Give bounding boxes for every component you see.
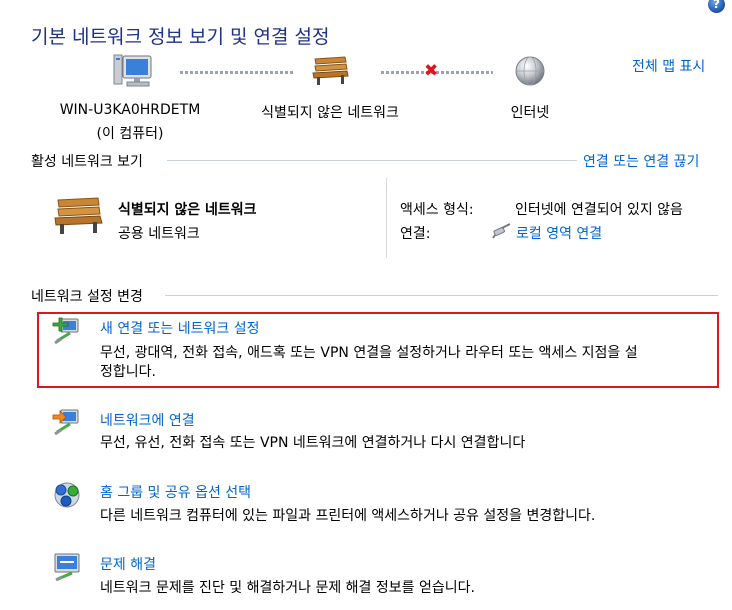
help-icon[interactable]: ?	[708, 0, 725, 13]
homegroup-sharing-desc: 다른 네트워크 컴퓨터에 있는 파일과 프린터에 액세스하거나 공유 설정을 변…	[100, 508, 596, 524]
broken-link-icon: ✖	[424, 61, 439, 81]
map-line-1	[180, 71, 293, 74]
bench-icon	[52, 196, 104, 236]
active-header-divider	[167, 160, 577, 161]
full-map-link[interactable]: 전체 맵 표시	[632, 56, 705, 76]
active-network-type: 공용 네트워크	[118, 226, 200, 242]
troubleshoot-link[interactable]: 문제 해결	[100, 554, 156, 574]
computer-name: WIN-U3KA0HRDETM	[59, 102, 201, 118]
access-type-value: 인터넷에 연결되어 있지 않음	[515, 202, 683, 218]
map-internet-name: 인터넷	[510, 105, 550, 121]
computer-sub: (이 컴퓨터)	[96, 126, 164, 142]
lan-cable-icon	[492, 223, 512, 239]
vertical-divider	[386, 178, 387, 258]
active-network-name: 식별되지 않은 네트워크	[118, 202, 257, 218]
setup-connection-desc-line2: 정합니다.	[100, 364, 156, 380]
connect-network-icon	[52, 406, 80, 436]
settings-header-divider	[165, 295, 718, 296]
homegroup-icon	[52, 480, 82, 510]
globe-icon[interactable]	[514, 55, 546, 87]
access-type-label: 액세스 형식:	[400, 202, 474, 218]
map-network-name: 식별되지 않은 네트워크	[261, 105, 399, 121]
troubleshoot-desc: 네트워크 문제를 진단 및 해결하거나 문제 해결 정보를 얻습니다.	[100, 580, 475, 596]
troubleshoot-icon	[52, 551, 82, 582]
active-networks-header: 활성 네트워크 보기	[31, 154, 143, 170]
page-title: 기본 네트워크 정보 보기 및 연결 설정	[31, 26, 330, 48]
settings-header: 네트워크 설정 변경	[31, 289, 143, 305]
setup-connection-link[interactable]: 새 연결 또는 네트워크 설정	[100, 318, 259, 338]
computer-icon[interactable]	[110, 52, 154, 92]
local-area-connection-link[interactable]: 로컬 영역 연결	[516, 223, 602, 243]
setup-connection-desc-line1: 무선, 광대역, 전화 접속, 애드혹 또는 VPN 연결을 설정하거나 라우터…	[100, 345, 638, 361]
connect-disconnect-link[interactable]: 연결 또는 연결 끊기	[583, 151, 699, 171]
connect-network-link[interactable]: 네트워크에 연결	[100, 410, 195, 430]
new-connection-icon	[52, 315, 80, 345]
connections-label: 연결:	[400, 226, 431, 242]
bench-icon[interactable]	[311, 55, 349, 87]
homegroup-sharing-link[interactable]: 홈 그룹 및 공유 옵션 선택	[100, 482, 251, 502]
connect-network-desc: 무선, 유선, 전화 접속 또는 VPN 네트워크에 연결하거나 다시 연결합니…	[100, 435, 526, 451]
